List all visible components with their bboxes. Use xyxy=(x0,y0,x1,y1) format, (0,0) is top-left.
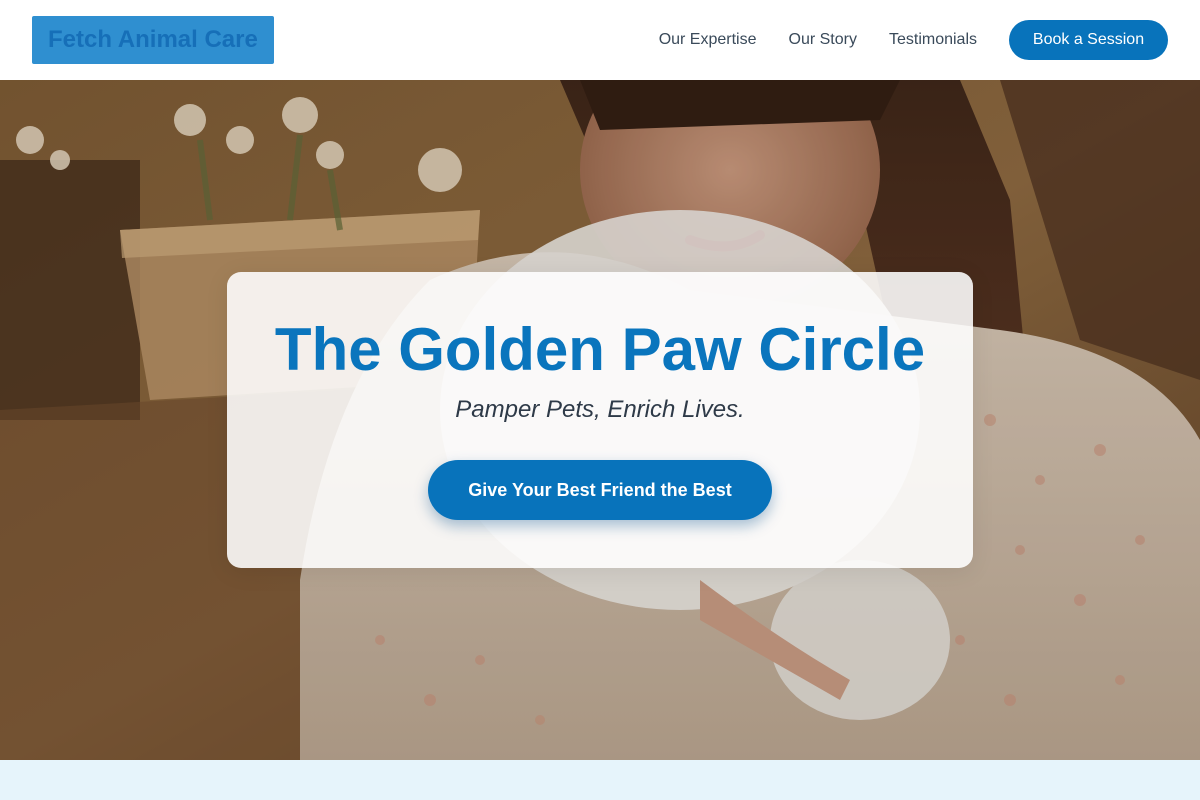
logo[interactable]: Fetch Animal Care xyxy=(32,16,274,64)
logo-text: Fetch Animal Care xyxy=(48,26,258,53)
book-session-button[interactable]: Book a Session xyxy=(1009,20,1168,60)
hero-subtitle: Pamper Pets, Enrich Lives. xyxy=(455,396,745,423)
hero-cta-button[interactable]: Give Your Best Friend the Best xyxy=(428,460,772,520)
nav-link-our-expertise[interactable]: Our Expertise xyxy=(659,31,757,49)
hero-section: The Golden Paw Circle Pamper Pets, Enric… xyxy=(0,80,1200,760)
hero-card: The Golden Paw Circle Pamper Pets, Enric… xyxy=(227,272,973,568)
main-nav: Our Expertise Our Story Testimonials Boo… xyxy=(659,20,1168,60)
hero-title: The Golden Paw Circle xyxy=(274,316,926,383)
site-header: Fetch Animal Care Our Expertise Our Stor… xyxy=(0,0,1200,80)
nav-link-our-story[interactable]: Our Story xyxy=(789,31,857,49)
next-section xyxy=(0,760,1200,800)
nav-link-testimonials[interactable]: Testimonials xyxy=(889,31,977,49)
